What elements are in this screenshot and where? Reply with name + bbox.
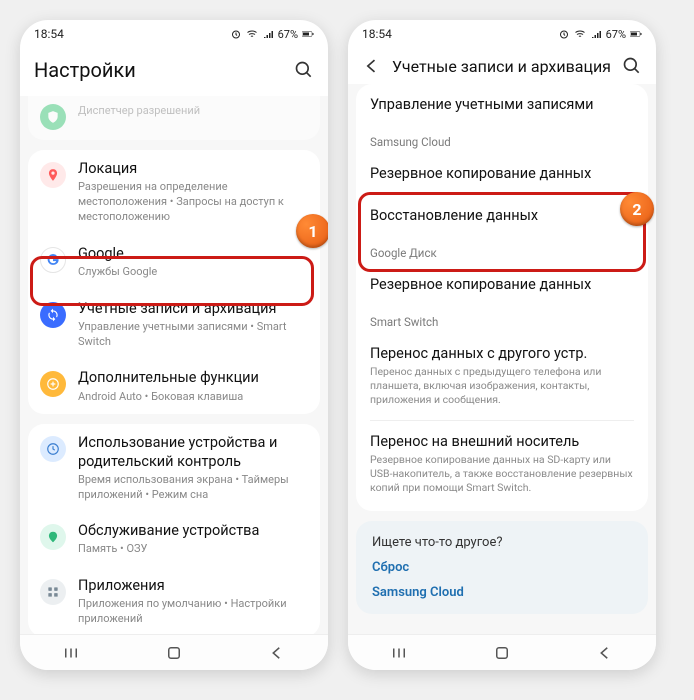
accounts-card: Управление учетными записями Samsung Clo… [356,84,648,511]
plus-icon [40,371,66,397]
row-title: Использование устройства и родительский … [78,434,308,470]
step-badge-1: 1 [296,214,328,248]
row-subtitle: Android Auto • Боковая клавиша [78,390,308,405]
row-title: Обслуживание устройства [78,522,308,540]
row-subtitle: Службы Google [78,265,308,280]
nav-recents-icon[interactable] [62,644,80,662]
row-title: Восстановление данных [370,207,634,224]
sync-icon [40,302,66,328]
row-title: Приложения [78,577,308,595]
row-title: Перенос на внешний носитель [370,433,634,450]
row-subtitle: Перенос данных с предыдущего телефона ил… [370,365,634,408]
row-title: Резервное копирование данных [370,276,634,293]
row-transfer-from-device[interactable]: Перенос данных с другого устр. Перенос д… [356,333,648,420]
row-subtitle: Память • ОЗУ [78,542,308,557]
accounts-content: Управление учетными записями Samsung Clo… [348,84,656,634]
settings-row-apps[interactable]: Приложения Приложения по умолчанию • Нас… [28,567,320,634]
settings-card-main: Локация Разрешения на определение местоп… [28,150,320,414]
row-subtitle: Время использования экрана • Таймеры при… [78,473,308,503]
settings-row-wellbeing[interactable]: Использование устройства и родительский … [28,424,320,512]
pin-icon [40,162,66,188]
nav-recents-icon[interactable] [390,644,408,662]
row-subtitle: Резервное копирование данных на SD-карту… [370,453,634,496]
page-title: Настройки [34,58,284,82]
settings-row-google[interactable]: Google Службы Google [28,235,320,290]
row-restore-samsung[interactable]: Восстановление данных [356,195,648,236]
battery-text: 67% [606,28,626,41]
link-samsung-cloud[interactable]: Samsung Cloud [372,585,632,600]
alarm-icon [558,28,570,40]
row-title: Резервное копирование данных [370,165,634,182]
row-title: Google [78,245,308,263]
google-icon [40,247,66,273]
row-subtitle: Управление учетными записями • Smart Swi… [78,320,308,350]
care-icon [40,524,66,550]
row-title: Управление учетными записями [370,96,634,113]
section-samsung-cloud: Samsung Cloud [356,125,648,153]
search-icon[interactable] [294,60,314,80]
section-smart-switch: Smart Switch [356,305,648,333]
settings-row-advanced[interactable]: Дополнительные функции Android Auto • Бо… [28,359,320,414]
apps-icon [40,579,66,605]
alarm-icon [230,28,242,40]
row-transfer-external[interactable]: Перенос на внешний носитель Резервное ко… [356,421,648,508]
battery-text: 67% [278,28,298,41]
battery-icon [302,28,314,40]
status-bar: 18:54 67% [348,20,656,48]
row-title: Локация [78,160,308,178]
status-time: 18:54 [362,27,392,41]
wifi-icon [246,28,258,40]
battery-icon [630,28,642,40]
row-title: Перенос данных с другого устр. [370,345,634,362]
card-partial-top: Диспетчер разрешений [28,96,320,140]
search-icon[interactable] [622,56,642,76]
signal-icon [262,28,274,40]
nav-bar [348,634,656,670]
signal-icon [590,28,602,40]
back-icon[interactable] [362,56,382,76]
looking-for-card: Ищете что-то другое? Сброс Samsung Cloud [356,521,648,614]
settings-row-devicecare[interactable]: Обслуживание устройства Память • ОЗУ [28,512,320,567]
nav-bar [20,634,328,670]
page-title: Учетные записи и архивация [392,57,612,76]
nav-back-icon[interactable] [596,644,614,662]
nav-home-icon[interactable] [165,644,183,662]
looking-for-title: Ищете что-то другое? [372,535,632,550]
status-bar: 18:54 67% [20,20,328,48]
settings-row-location[interactable]: Локация Разрешения на определение местоп… [28,150,320,235]
nav-back-icon[interactable] [268,644,286,662]
row-title: Учетные записи и архивация [78,300,308,318]
settings-content: Диспетчер разрешений Локация Разрешения … [20,96,328,634]
phone-left: 18:54 67% Настройки Диспетчер разрешений [20,20,328,670]
step-badge-2: 2 [620,192,654,226]
section-google-drive: Google Диск [356,236,648,264]
row-manage-accounts[interactable]: Управление учетными записями [356,84,648,125]
status-indicators: 67% [230,28,314,41]
phone-right: 18:54 67% Учетные записи и архивация Упр… [348,20,656,670]
status-time: 18:54 [34,27,64,41]
settings-card-2: Использование устройства и родительский … [28,424,320,634]
row-title: Дополнительные функции [78,369,308,387]
settings-row-permissions[interactable]: Диспетчер разрешений [28,96,320,140]
accounts-header: Учетные записи и архивация [348,48,656,84]
link-reset[interactable]: Сброс [372,560,632,575]
wifi-icon [574,28,586,40]
clock-icon [40,436,66,462]
row-subtitle: Приложения по умолчанию • Настройки прил… [78,597,308,627]
nav-home-icon[interactable] [493,644,511,662]
row-subtitle: Разрешения на определение местоположения… [78,180,308,225]
shield-icon [40,104,66,130]
row-backup-samsung[interactable]: Резервное копирование данных [356,153,648,194]
status-indicators: 67% [558,28,642,41]
row-subtitle: Диспетчер разрешений [78,104,308,119]
settings-row-accounts[interactable]: Учетные записи и архивация Управление уч… [28,290,320,360]
row-backup-google[interactable]: Резервное копирование данных [356,264,648,305]
settings-header: Настройки [20,48,328,96]
